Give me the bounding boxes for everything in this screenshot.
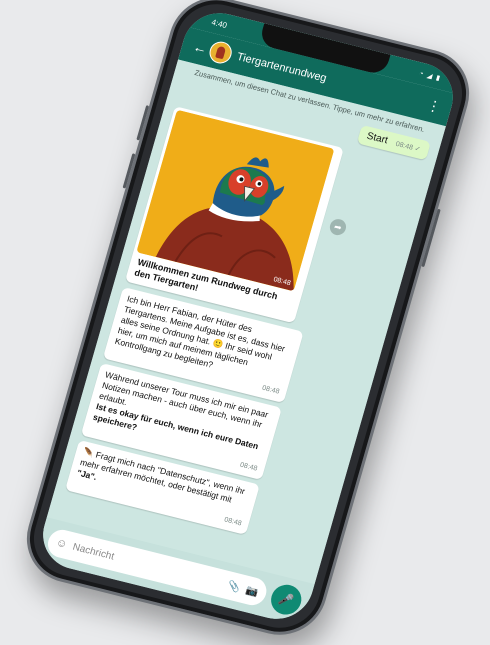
- camera-icon[interactable]: 📷: [244, 584, 259, 598]
- status-time: 4:40: [210, 17, 229, 30]
- attach-icon[interactable]: 📎: [227, 579, 242, 593]
- status-icons: ◔ ◢ ▮: [418, 69, 442, 82]
- image-message[interactable]: 08:48 Willkommen zum Rundweg durch den T…: [124, 105, 348, 323]
- mic-icon: 🎤: [277, 590, 296, 608]
- phone-frame: 4:40 ◔ ◢ ▮ ← Tiergartenrundweg ⋮ Zusamme…: [15, 0, 481, 644]
- more-options-icon[interactable]: ⋮: [425, 95, 443, 115]
- forward-icon[interactable]: ➦: [327, 217, 348, 237]
- emoji-icon[interactable]: ☺: [55, 536, 69, 550]
- phone-side-button: [421, 208, 441, 267]
- chat-area: Zusammen, um diesen Chat zu verlassen. T…: [46, 58, 446, 584]
- message-text: Start: [365, 130, 389, 147]
- phone-screen: 4:40 ◔ ◢ ▮ ← Tiergartenrundweg ⋮ Zusamme…: [34, 5, 462, 626]
- mic-button[interactable]: 🎤: [267, 581, 305, 618]
- phone-side-button: [136, 104, 150, 140]
- message-time: 08:48 ✓: [394, 140, 422, 154]
- phone-side-button: [122, 152, 136, 189]
